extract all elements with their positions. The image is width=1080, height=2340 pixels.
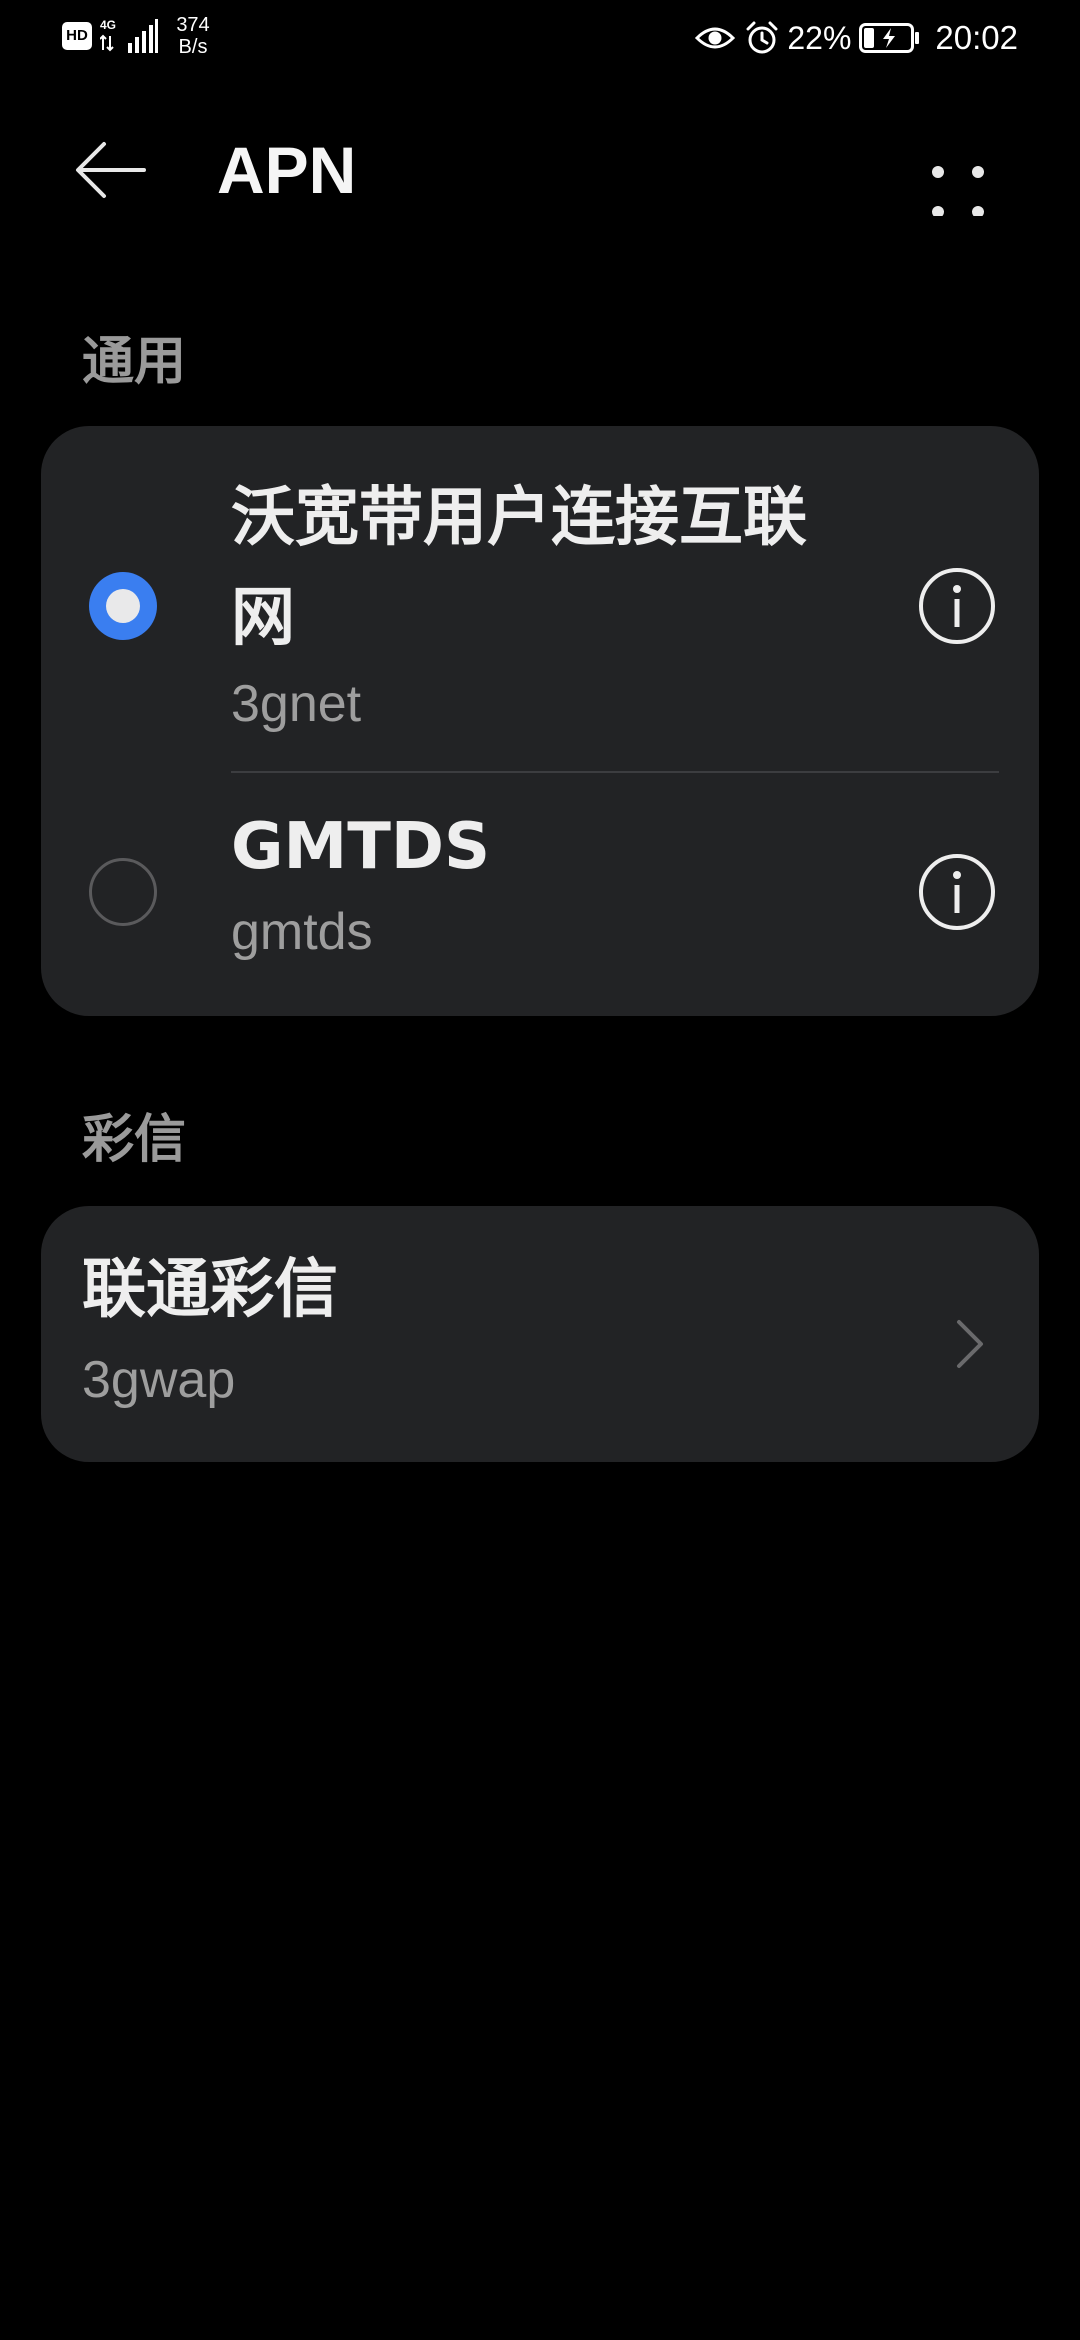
network-speed: 374 B/s	[170, 14, 216, 58]
hd-icon: HD	[62, 22, 92, 50]
battery-percentage: 22%	[787, 19, 852, 56]
page-title: APN	[217, 133, 357, 207]
status-bar: HD 4G 374 B/s 22% 20:02	[0, 0, 1080, 76]
status-bar-right: 22% 20:02	[695, 16, 1018, 60]
section-header-general: 通用	[82, 332, 187, 392]
app-bar: APN	[0, 110, 1080, 230]
clock: 20:02	[935, 19, 1018, 56]
battery-charging-icon	[859, 23, 920, 53]
status-bar-left: HD 4G 374 B/s	[62, 14, 216, 58]
apn-list-card-general: 沃宽带用户连接互联网 3gnet GMTDS gmtds	[41, 426, 1039, 1016]
apn-item-title: 联通彩信	[82, 1253, 338, 1327]
apn-item-title: GMTDS	[231, 810, 491, 884]
signal-icon	[128, 19, 158, 53]
arrow-left-icon	[76, 142, 146, 198]
info-icon[interactable]	[917, 566, 997, 646]
info-icon[interactable]	[917, 852, 997, 932]
eye-icon	[695, 27, 736, 49]
apn-item-subtitle: 3gnet	[231, 675, 362, 733]
network-type-label: 4G	[100, 18, 117, 32]
apn-item-3gnet[interactable]: 沃宽带用户连接互联网 3gnet	[41, 426, 1039, 772]
more-dots-icon[interactable]	[918, 136, 998, 216]
alarm-icon	[746, 21, 778, 54]
network-type-indicator: 4G	[100, 19, 126, 53]
network-speed-value: 374	[176, 14, 210, 36]
network-speed-unit: B/s	[178, 36, 208, 58]
chevron-right-icon	[957, 1320, 983, 1368]
apn-item-subtitle: gmtds	[231, 903, 373, 961]
apn-radio-selected[interactable]	[89, 572, 157, 640]
apn-item-mms[interactable]: 联通彩信 3gwap	[41, 1206, 1039, 1462]
apn-item-subtitle: 3gwap	[82, 1351, 236, 1409]
apn-radio-unselected[interactable]	[89, 858, 157, 926]
apn-item-gmtds[interactable]: GMTDS gmtds	[41, 772, 1039, 1016]
data-activity-icon	[100, 34, 114, 52]
apn-item-title: 沃宽带用户连接互联网	[231, 481, 807, 655]
section-header-mms: 彩信	[82, 1110, 187, 1170]
back-button[interactable]	[74, 132, 170, 208]
